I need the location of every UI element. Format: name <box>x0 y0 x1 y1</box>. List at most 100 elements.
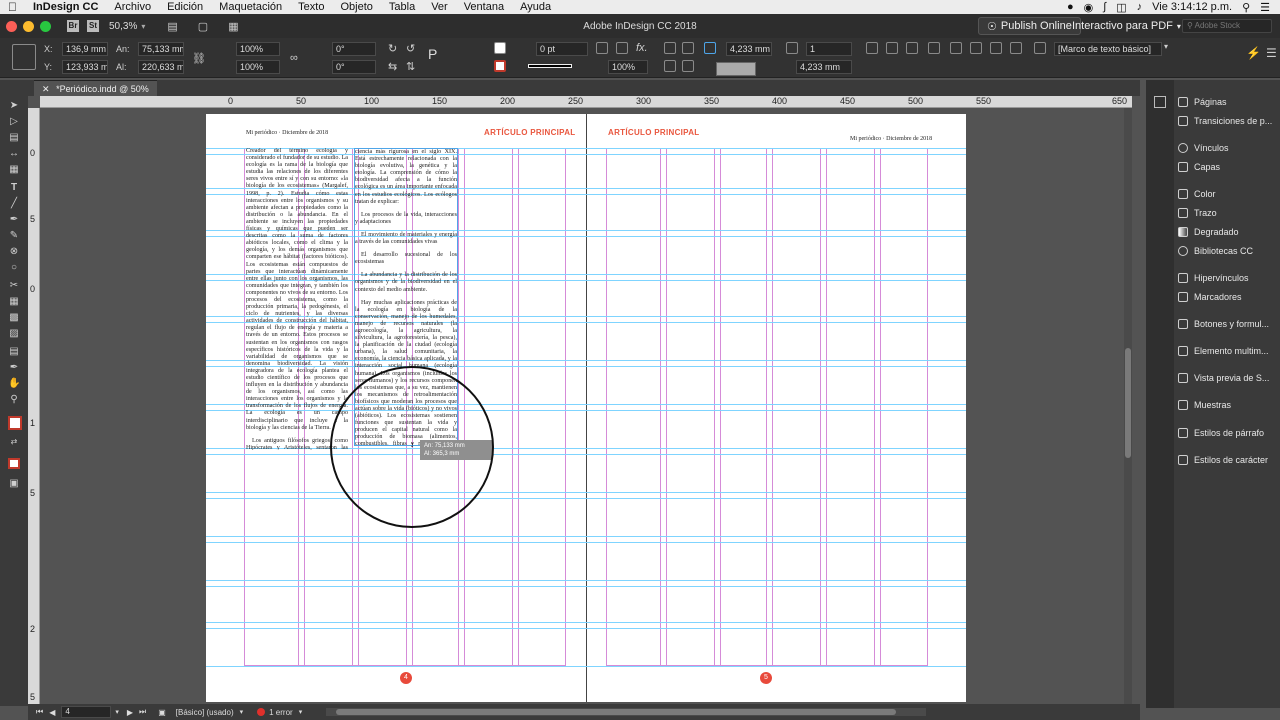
master-style[interactable]: [Básico] (usado) <box>176 708 234 717</box>
panel-muestras[interactable]: Muestras <box>1178 397 1278 413</box>
menu-ver[interactable]: Ver <box>423 1 456 13</box>
panel-capas[interactable]: Capas <box>1178 159 1278 175</box>
zoom-window-button[interactable] <box>40 20 51 32</box>
menu-objeto[interactable]: Objeto <box>332 1 380 13</box>
menu-app-name[interactable]: InDesign CC <box>25 1 106 13</box>
align-top-icon[interactable] <box>664 60 676 72</box>
shear-field[interactable]: 0° <box>332 60 376 74</box>
arrange-docs-icon[interactable]: ▦ <box>228 20 238 33</box>
vertical-scroll-thumb[interactable] <box>1125 348 1131 458</box>
x-field[interactable]: 136,9 mm <box>62 42 108 56</box>
constrain-proportions-icon[interactable]: ⛓ <box>192 52 206 65</box>
panel-vista-previa[interactable]: Vista previa de S... <box>1178 370 1278 386</box>
flip-horizontal-icon[interactable]: ⇆ <box>388 60 397 73</box>
panel-estilos-parrafo[interactable]: Estilos de párrafo <box>1178 425 1278 441</box>
spread[interactable]: Mi periódico · Diciembre de 2018 ARTÍCUL… <box>206 114 966 702</box>
stroke-type[interactable] <box>528 64 572 68</box>
view-options-icon[interactable]: ▤ <box>167 20 177 33</box>
chevron-down-icon[interactable]: ▾ <box>141 22 145 31</box>
height-field[interactable]: 220,633 mm <box>138 60 184 74</box>
ellipse-tool-icon[interactable]: ○ <box>8 262 20 273</box>
menu-texto[interactable]: Texto <box>290 1 332 13</box>
y-field[interactable]: 123,933 mm <box>62 60 108 74</box>
preflight-errors[interactable]: 1 error <box>269 708 293 717</box>
object-style-select[interactable]: [Marco de texto básico] <box>1054 42 1162 56</box>
stroke-color-field[interactable] <box>716 62 756 76</box>
last-page-icon[interactable]: ⏭ <box>139 707 146 717</box>
gradient-swatch-tool-icon[interactable]: ▩ <box>8 312 20 323</box>
screen-mode-icon[interactable]: ▢ <box>198 20 208 33</box>
apply-none-icon[interactable] <box>8 458 20 469</box>
stock-icon[interactable]: St <box>87 20 99 32</box>
horizontal-ruler[interactable]: 0 50 100 150 200 250 300 350 400 450 500… <box>40 96 1132 108</box>
workspace-switcher[interactable]: Interactivo para PDF ▾ <box>1064 17 1189 35</box>
text-flip-icon[interactable]: P <box>428 46 437 62</box>
scale-y-field[interactable]: 100% <box>236 60 280 74</box>
text-frame-column-1[interactable]: Creador del término ecología y considera… <box>246 148 348 450</box>
chevron-down-icon[interactable]: ▾ <box>1164 42 1168 51</box>
opacity-field[interactable]: 100% <box>608 60 648 74</box>
lightning-icon[interactable]: ⚡ <box>1246 46 1261 60</box>
panel-color[interactable]: Color <box>1178 186 1278 202</box>
align-vcenter-icon[interactable] <box>970 42 982 54</box>
panel-degradado[interactable]: Degradado <box>1178 224 1278 240</box>
scissors-tool-icon[interactable]: ✂ <box>8 280 20 291</box>
effects-icon[interactable] <box>616 42 628 54</box>
stroke-weight-field[interactable]: 0 pt <box>536 42 588 56</box>
panel-vinculos[interactable]: Vínculos <box>1178 140 1278 156</box>
panel-estilos-caracter[interactable]: Estilos de carácter <box>1178 452 1278 468</box>
screen-mode-tool-icon[interactable]: ▣ <box>8 478 20 489</box>
rotation-field[interactable]: 0° <box>332 42 376 56</box>
document-tab[interactable]: ✕ *Periódico.indd @ 50% <box>34 80 157 96</box>
panel-paginas[interactable]: Páginas <box>1178 94 1278 110</box>
menu-edicion[interactable]: Edición <box>159 1 211 13</box>
panel-trazo[interactable]: Trazo <box>1178 205 1278 221</box>
align-center-icon[interactable] <box>682 60 694 72</box>
gap-tool-icon[interactable]: ↔ <box>8 148 20 159</box>
menu-tabla[interactable]: Tabla <box>381 1 423 13</box>
text-frame-options-icon[interactable] <box>682 42 694 54</box>
spotlight-icon[interactable]: ⚲ <box>1242 1 1250 14</box>
rotate-ccw-icon[interactable]: ↺ <box>406 42 415 55</box>
first-page-icon[interactable]: ⏮ <box>36 707 43 717</box>
eyedropper-tool-icon[interactable]: ✒ <box>8 362 20 373</box>
rectangle-frame-tool-icon[interactable]: ⊗ <box>8 246 20 257</box>
close-icon[interactable]: ✕ <box>42 84 50 94</box>
page-number-field[interactable]: 4 <box>61 706 112 718</box>
record-icon[interactable]: ◉ <box>1084 1 1094 14</box>
apple-icon[interactable]:  <box>0 0 25 14</box>
panel-menu-icon[interactable]: ☰ <box>1266 46 1277 60</box>
panel-marcadores[interactable]: Marcadores <box>1178 289 1278 305</box>
line-tool-icon[interactable]: ╱ <box>8 198 20 209</box>
pencil-tool-icon[interactable]: ✎ <box>8 230 20 241</box>
collapse-panels-icon[interactable] <box>1154 96 1166 108</box>
stroke-swatch[interactable] <box>494 60 506 72</box>
panel-multimedia[interactable]: Elemento multim... <box>1178 343 1278 359</box>
align-top-edge-icon[interactable] <box>950 42 962 54</box>
columns-field[interactable]: 1 <box>806 42 852 56</box>
adobe-stock-search[interactable]: ⚲ Adobe Stock <box>1182 19 1272 33</box>
menu-list-icon[interactable]: ☰ <box>1260 1 1270 14</box>
page-tool-icon[interactable]: ▤ <box>8 132 20 143</box>
selection-tool-icon[interactable]: ➤ <box>8 100 20 111</box>
gutter-field[interactable]: 4,233 mm <box>726 42 772 56</box>
free-transform-tool-icon[interactable]: ▦ <box>8 296 20 307</box>
volume-icon[interactable]: ♪ <box>1137 1 1143 13</box>
wifi-icon[interactable]: ◫ <box>1116 1 1126 14</box>
direct-selection-tool-icon[interactable]: ▷ <box>8 116 20 127</box>
swap-colors-icon[interactable]: ⇄ <box>8 436 20 447</box>
content-collector-icon[interactable]: ▦ <box>8 164 20 175</box>
open-page-icon[interactable]: ▣ <box>158 708 166 717</box>
pen-tool-icon[interactable]: ✒ <box>8 214 20 225</box>
distribute-icon[interactable] <box>928 42 940 54</box>
align-left-icon[interactable] <box>866 42 878 54</box>
bluetooth-icon[interactable]: ∫ <box>1103 1 1106 13</box>
chevron-down-icon[interactable]: ▾ <box>115 708 119 716</box>
panel-bibliotecas[interactable]: Bibliotecas CC <box>1178 243 1278 259</box>
bridge-icon[interactable]: Br <box>67 20 79 32</box>
columns-count-icon[interactable] <box>786 42 798 54</box>
close-window-button[interactable] <box>6 20 17 32</box>
vertical-ruler[interactable]: 0 5 0 1 5 2 5 <box>28 108 40 704</box>
zoom-level[interactable]: 50,3% <box>109 21 137 32</box>
menu-maquetacion[interactable]: Maquetación <box>211 1 290 13</box>
